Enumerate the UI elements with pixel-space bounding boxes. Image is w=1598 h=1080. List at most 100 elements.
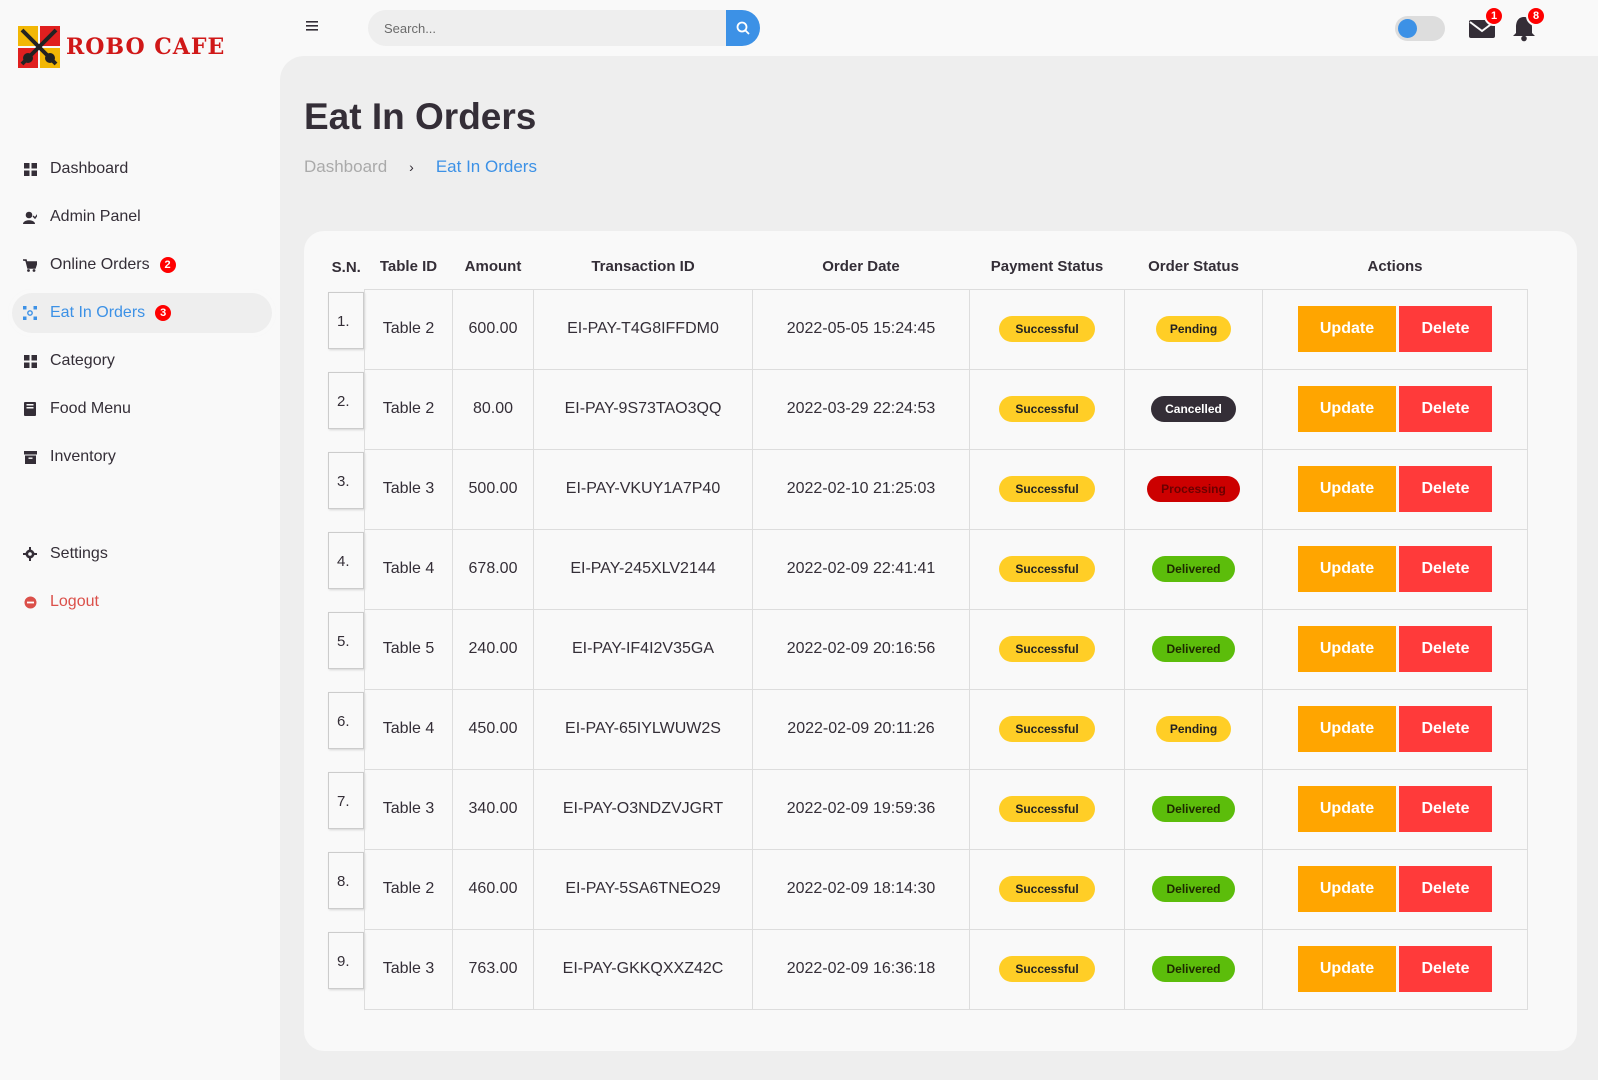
row-number: 3. xyxy=(328,452,364,509)
payment-status-cell: Successful xyxy=(969,528,1125,610)
actions-cell: Update Delete xyxy=(1262,768,1528,850)
order-status-cell: Processing xyxy=(1124,448,1263,530)
payment-status-badge: Successful xyxy=(999,796,1095,822)
sidebar-item-label: Inventory xyxy=(50,448,116,465)
sn-cell: 8. xyxy=(328,849,365,929)
table-row: 6. Table 4 450.00 EI-PAY-65IYLWUW2S 2022… xyxy=(328,688,1528,770)
cart-icon xyxy=(22,257,38,273)
amount-cell: 500.00 xyxy=(452,448,534,530)
delete-button[interactable]: Delete xyxy=(1399,546,1492,592)
top-navbar: 1 8 xyxy=(280,0,1598,56)
orders-table: S.N. Table ID Amount Transaction ID Orde… xyxy=(328,245,1528,1010)
delete-button[interactable]: Delete xyxy=(1399,306,1492,352)
breadcrumb-current[interactable]: Eat In Orders xyxy=(436,157,537,177)
search-input[interactable] xyxy=(368,10,726,46)
update-button[interactable]: Update xyxy=(1298,306,1396,352)
actions-cell: Update Delete xyxy=(1262,448,1528,530)
actions-cell: Update Delete xyxy=(1262,368,1528,450)
transaction-id-cell: EI-PAY-O3NDZVJGRT xyxy=(533,768,753,850)
sidebar-item-settings[interactable]: Settings xyxy=(0,530,280,578)
update-button[interactable]: Update xyxy=(1298,946,1396,992)
amount-cell: 600.00 xyxy=(452,288,534,370)
amount-cell: 450.00 xyxy=(452,688,534,770)
notification-count-badge: 8 xyxy=(1526,6,1546,26)
row-number: 8. xyxy=(328,852,364,909)
sn-cell: 6. xyxy=(328,689,365,769)
transaction-id-cell: EI-PAY-9S73TAO3QQ xyxy=(533,368,753,450)
header-order-date: Order Date xyxy=(822,258,900,276)
delete-button[interactable]: Delete xyxy=(1399,786,1492,832)
sidebar-item-label: Logout xyxy=(50,593,99,610)
transaction-id-cell: EI-PAY-T4G8IFFDM0 xyxy=(533,288,753,370)
payment-status-cell: Successful xyxy=(969,288,1125,370)
mail-count-badge: 1 xyxy=(1484,6,1504,26)
order-status-badge: Delivered xyxy=(1152,636,1235,662)
row-number: 1. xyxy=(328,292,364,349)
update-button[interactable]: Update xyxy=(1298,626,1396,672)
table-body: 1. Table 2 600.00 EI-PAY-T4G8IFFDM0 2022… xyxy=(328,288,1528,1010)
book-icon xyxy=(22,401,38,417)
sidebar-item-logout[interactable]: Logout xyxy=(0,578,280,626)
order-status-cell: Cancelled xyxy=(1124,368,1263,450)
order-status-badge: Delivered xyxy=(1152,956,1235,982)
search-button[interactable] xyxy=(726,10,760,46)
sidebar-item-food-menu[interactable]: Food Menu xyxy=(0,385,280,433)
notification-button[interactable]: 8 xyxy=(1510,6,1546,42)
sidebar-item-online-orders[interactable]: Online Orders 2 xyxy=(0,241,280,289)
sidebar-item-inventory[interactable]: Inventory xyxy=(0,433,280,481)
update-button[interactable]: Update xyxy=(1298,706,1396,752)
table-id-cell: Table 3 xyxy=(364,928,453,1010)
sidebar-item-dashboard[interactable]: Dashboard xyxy=(0,145,280,193)
page-title: Eat In Orders xyxy=(304,96,537,137)
payment-status-cell: Successful xyxy=(969,688,1125,770)
order-date-cell: 2022-02-09 20:16:56 xyxy=(752,608,970,690)
update-button[interactable]: Update xyxy=(1298,866,1396,912)
order-status-badge: Processing xyxy=(1147,476,1240,502)
transaction-id-cell: EI-PAY-65IYLWUW2S xyxy=(533,688,753,770)
table-row: 2. Table 2 80.00 EI-PAY-9S73TAO3QQ 2022-… xyxy=(328,368,1528,450)
amount-cell: 340.00 xyxy=(452,768,534,850)
update-button[interactable]: Update xyxy=(1298,466,1396,512)
sidebar-item-label: Admin Panel xyxy=(50,208,141,225)
breadcrumb: Dashboard › Eat In Orders xyxy=(304,157,537,177)
table-id-cell: Table 2 xyxy=(364,288,453,370)
update-button[interactable]: Update xyxy=(1298,546,1396,592)
delete-button[interactable]: Delete xyxy=(1399,866,1492,912)
delete-button[interactable]: Delete xyxy=(1399,946,1492,992)
sidebar-item-eat-in-orders[interactable]: Eat In Orders 3 xyxy=(8,289,276,337)
menu-toggle-icon[interactable] xyxy=(306,20,320,32)
delete-button[interactable]: Delete xyxy=(1399,706,1492,752)
payment-status-cell: Successful xyxy=(969,768,1125,850)
dine-icon xyxy=(22,305,38,321)
table-row: 7. Table 3 340.00 EI-PAY-O3NDZVJGRT 2022… xyxy=(328,768,1528,850)
delete-button[interactable]: Delete xyxy=(1399,386,1492,432)
brand[interactable]: ROBO CAFE xyxy=(18,26,225,68)
payment-status-cell: Successful xyxy=(969,368,1125,450)
table-id-cell: Table 5 xyxy=(364,608,453,690)
sidebar-item-label: Online Orders xyxy=(50,256,150,273)
update-button[interactable]: Update xyxy=(1298,786,1396,832)
header-actions: Actions xyxy=(1367,258,1423,276)
row-number: 9. xyxy=(328,932,364,989)
sn-cell: 5. xyxy=(328,609,365,689)
order-status-badge: Delivered xyxy=(1152,556,1235,582)
delete-button[interactable]: Delete xyxy=(1399,466,1492,512)
transaction-id-cell: EI-PAY-5SA6TNEO29 xyxy=(533,848,753,930)
actions-cell: Update Delete xyxy=(1262,288,1528,370)
breadcrumb-dashboard-link[interactable]: Dashboard xyxy=(304,157,387,177)
online-orders-badge: 2 xyxy=(157,255,178,275)
orders-card: S.N. Table ID Amount Transaction ID Orde… xyxy=(304,231,1577,1051)
delete-button[interactable]: Delete xyxy=(1399,626,1492,672)
mail-button[interactable]: 1 xyxy=(1468,6,1504,42)
header-table-id: Table ID xyxy=(379,258,438,276)
update-button[interactable]: Update xyxy=(1298,386,1396,432)
sidebar-item-label: Category xyxy=(50,352,115,369)
order-status-cell: Delivered xyxy=(1124,608,1263,690)
main-content: Eat In Orders Dashboard › Eat In Orders … xyxy=(280,56,1598,1080)
row-number: 6. xyxy=(328,692,364,749)
order-date-cell: 2022-05-05 15:24:45 xyxy=(752,288,970,370)
sidebar-item-admin-panel[interactable]: Admin Panel xyxy=(0,193,280,241)
sidebar-item-category[interactable]: Category xyxy=(0,337,280,385)
theme-toggle-switch[interactable] xyxy=(1395,16,1445,41)
transaction-id-cell: EI-PAY-GKKQXXZ42C xyxy=(533,928,753,1010)
